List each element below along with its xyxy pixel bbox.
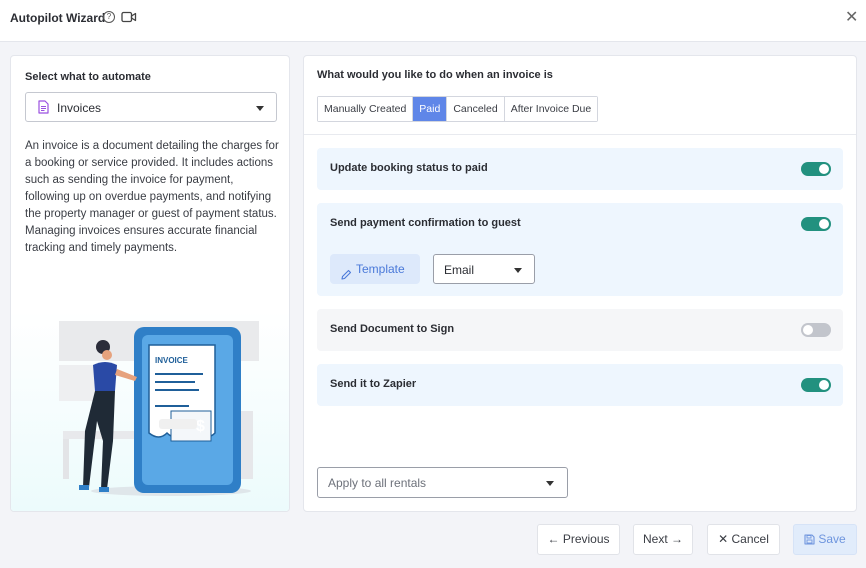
select-label: Select what to automate (25, 71, 151, 83)
save-button-label: Save (818, 532, 846, 546)
send-to-zapier-toggle[interactable] (801, 378, 831, 392)
title-bar: Autopilot Wizard ? ✕ (0, 0, 866, 42)
save-icon (804, 527, 815, 556)
rentals-select[interactable]: Apply to all rentals (317, 467, 568, 498)
trigger-question: What would you like to do when an invoic… (317, 69, 553, 81)
save-button[interactable]: Save (793, 524, 857, 555)
action-label: Send payment confirmation to guest (330, 217, 521, 229)
chevron-down-icon (546, 481, 554, 486)
document-icon (38, 100, 49, 119)
close-icon[interactable]: ✕ (845, 7, 858, 27)
toggle-knob (819, 164, 829, 174)
pencil-icon (340, 262, 352, 292)
send-payment-confirmation-toggle[interactable] (801, 217, 831, 231)
send-document-to-sign-toggle[interactable] (801, 323, 831, 337)
action-update-booking-status: Update booking status to paid (317, 148, 843, 190)
automation-type-panel: Select what to automate Invoices An invo… (10, 55, 290, 512)
tab-manually-created[interactable]: Manually Created (318, 97, 414, 121)
invoice-illustration: INVOICE $ (11, 311, 289, 511)
invoice-title-text: INVOICE (155, 356, 189, 365)
video-camera-icon[interactable] (121, 10, 137, 29)
chevron-down-icon (256, 106, 264, 111)
next-button[interactable]: Next → (633, 524, 693, 555)
automation-type-select[interactable]: Invoices (25, 92, 277, 122)
tab-canceled[interactable]: Canceled (447, 97, 505, 121)
chevron-down-icon (514, 268, 522, 273)
help-icon[interactable]: ? (103, 11, 115, 23)
rentals-placeholder: Apply to all rentals (328, 476, 427, 490)
channel-select[interactable]: Email (433, 254, 535, 284)
action-send-document-to-sign: Send Document to Sign (317, 309, 843, 351)
dollar-sign-text: $ (196, 418, 205, 435)
tab-paid[interactable]: Paid (413, 97, 448, 121)
action-label: Send Document to Sign (330, 323, 455, 335)
toggle-knob (803, 325, 813, 335)
cancel-button[interactable]: ✕ Cancel (707, 524, 780, 555)
template-button-label: Template (356, 262, 405, 276)
channel-value: Email (444, 263, 475, 277)
template-button[interactable]: Template (330, 254, 420, 284)
trigger-tabs: Manually Created Paid Canceled After Inv… (317, 96, 599, 122)
window-title: Autopilot Wizard (10, 11, 106, 25)
previous-button[interactable]: ← Previous (537, 524, 620, 555)
action-label: Update booking status to paid (330, 162, 488, 174)
toggle-knob (819, 380, 829, 390)
tab-after-invoice-due[interactable]: After Invoice Due (504, 97, 598, 121)
action-label: Send it to Zapier (330, 378, 417, 390)
action-send-to-zapier: Send it to Zapier (317, 364, 843, 406)
automation-type-value: Invoices (57, 101, 102, 115)
action-send-payment-confirmation: Send payment confirmation to guest Templ… (317, 203, 843, 296)
toggle-knob (819, 219, 829, 229)
automation-description: An invoice is a document detailing the c… (25, 140, 279, 254)
divider (304, 134, 856, 135)
automation-actions-panel: What would you like to do when an invoic… (303, 55, 857, 512)
update-booking-status-toggle[interactable] (801, 162, 831, 176)
